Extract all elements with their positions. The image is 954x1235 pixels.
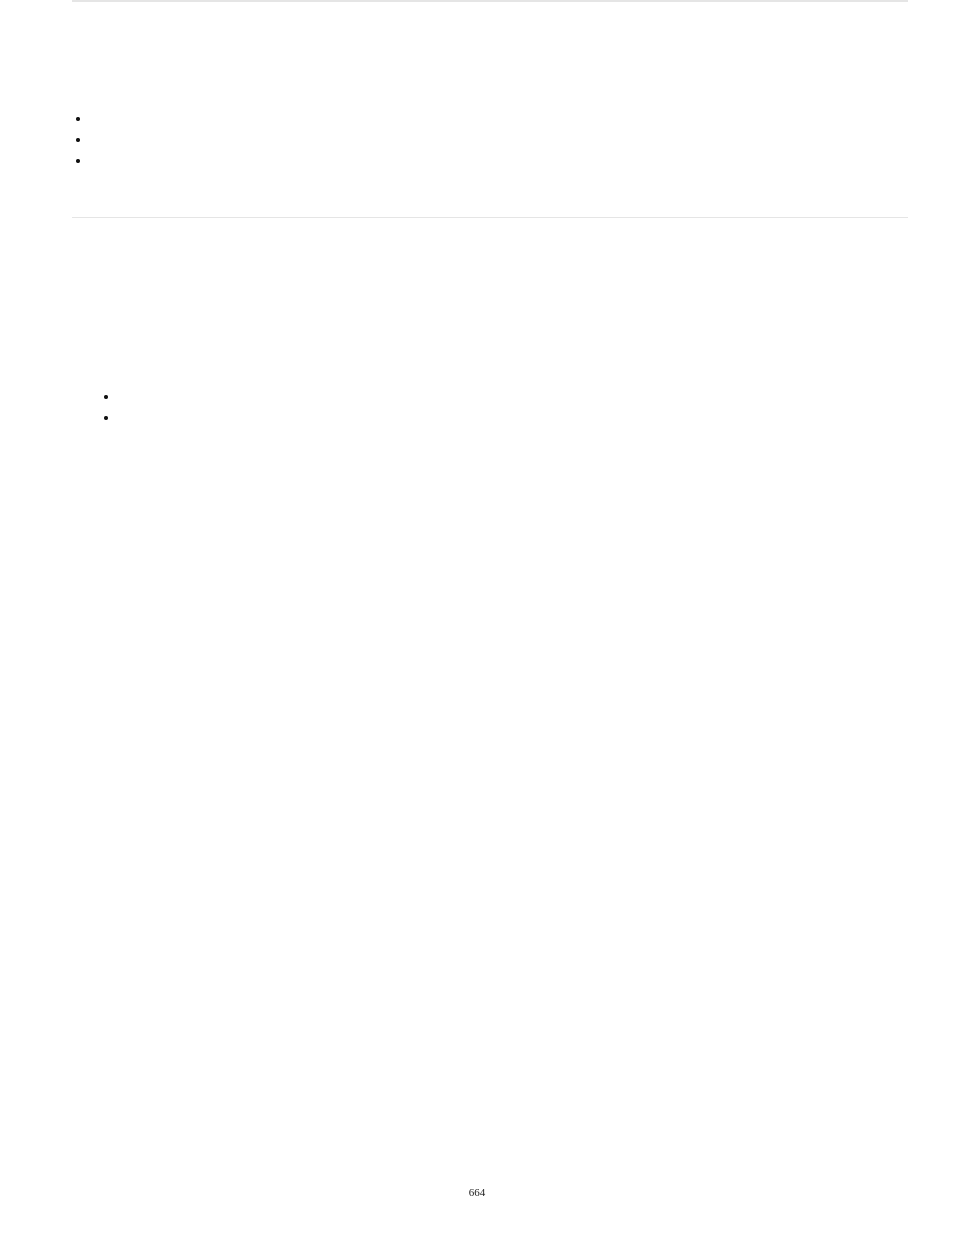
- list-item: [118, 386, 908, 407]
- list-item: [90, 150, 908, 171]
- bullet-list-a: [72, 108, 908, 171]
- list-item: [118, 407, 908, 428]
- bullet-list-b: [100, 386, 908, 428]
- list-items: [72, 108, 908, 171]
- list-items: [100, 386, 908, 428]
- page-number: 664: [0, 1187, 954, 1199]
- page-body: 664: [0, 0, 954, 1235]
- section-divider-2: [72, 1, 908, 2]
- section-divider-3: [72, 217, 908, 218]
- list-item: [90, 108, 908, 129]
- list-item: [90, 129, 908, 150]
